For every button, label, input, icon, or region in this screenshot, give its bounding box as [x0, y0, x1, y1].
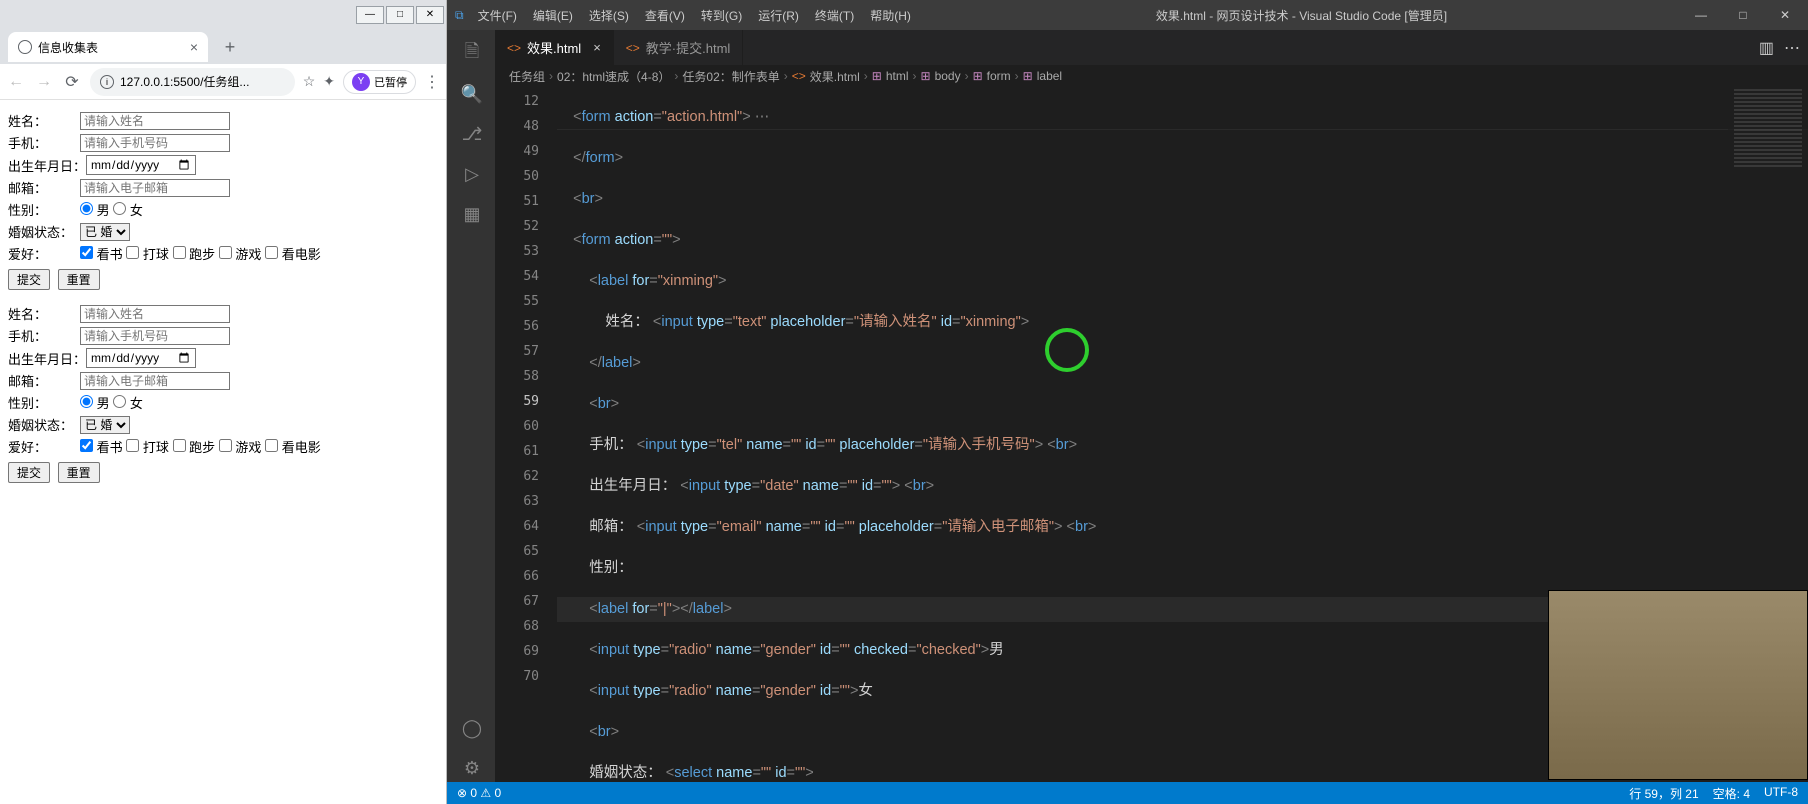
- hobby-movie-checkbox[interactable]: 看电影: [265, 244, 321, 263]
- marital-select-2[interactable]: 已 婚: [80, 416, 130, 434]
- browser-min-button[interactable]: —: [356, 6, 384, 24]
- gender-female-radio[interactable]: 女: [113, 200, 143, 219]
- explorer-icon[interactable]: 🗎: [457, 40, 485, 68]
- page-content: 姓名： 手机： 出生年月日： 邮箱： 性别： 男 女 婚姻状态：已 婚 爱好： …: [0, 100, 446, 505]
- profile-badge[interactable]: Y 已暂停: [343, 70, 416, 94]
- dob-input[interactable]: [86, 155, 196, 175]
- back-button[interactable]: ←: [6, 73, 26, 91]
- forward-button[interactable]: →: [34, 73, 54, 91]
- label-email: 邮箱：: [8, 178, 80, 197]
- settings-gear-icon[interactable]: ⚙: [457, 754, 485, 782]
- hobby-ball-checkbox[interactable]: 打球: [126, 244, 169, 263]
- vscode-min-button[interactable]: —: [1686, 8, 1716, 22]
- menu-view[interactable]: 查看(V): [639, 5, 691, 26]
- browser-max-button[interactable]: □: [386, 6, 414, 24]
- hobby-reading-checkbox[interactable]: 看书: [80, 244, 123, 263]
- vscode-max-button[interactable]: □: [1728, 8, 1758, 22]
- more-actions-icon[interactable]: ⋯: [1784, 38, 1800, 58]
- account-icon[interactable]: ◯: [457, 714, 485, 742]
- browser-toolbar: ← → ⟳ i 127.0.0.1:5500/任务组... ☆ ✦ Y 已暂停 …: [0, 64, 446, 100]
- webcam-overlay: [1548, 590, 1808, 780]
- profile-status: 已暂停: [374, 74, 407, 90]
- tab-close-icon[interactable]: ×: [593, 40, 601, 55]
- globe-icon: [18, 40, 32, 54]
- status-position[interactable]: 行 59，列 21: [1629, 785, 1698, 802]
- menu-terminal[interactable]: 终端(T): [809, 5, 860, 26]
- tab-close-icon[interactable]: ×: [190, 39, 198, 55]
- menu-run[interactable]: 运行(R): [752, 5, 805, 26]
- gender-male-radio-2[interactable]: 男: [80, 393, 110, 412]
- form-1: 姓名： 手机： 出生年月日： 邮箱： 性别： 男 女 婚姻状态：已 婚 爱好： …: [8, 111, 438, 290]
- dob-input-2[interactable]: [86, 348, 196, 368]
- label-gender: 性别：: [8, 200, 80, 219]
- hobby-running-checkbox[interactable]: 跑步: [173, 244, 216, 263]
- vscode-close-button[interactable]: ✕: [1770, 8, 1800, 22]
- site-info-icon[interactable]: i: [100, 75, 114, 89]
- new-tab-button[interactable]: +: [218, 35, 242, 59]
- submit-button-2[interactable]: 提交: [8, 462, 50, 483]
- submit-button[interactable]: 提交: [8, 269, 50, 290]
- reset-button[interactable]: 重置: [58, 269, 100, 290]
- line-number-gutter: 12 48 49 50 51 52 53 54 55 56 57 58 59 6…: [495, 87, 557, 782]
- label-marital: 婚姻状态：: [8, 222, 80, 241]
- breadcrumbs[interactable]: 任务组› 02：html速成（4-8）› 任务02：制作表单› <> 效果.ht…: [495, 65, 1808, 87]
- search-icon[interactable]: 🔍: [457, 80, 485, 108]
- activity-bar: 🗎 🔍 ⎇ ▷ ▦ ◯ ⚙: [447, 30, 495, 782]
- menu-select[interactable]: 选择(S): [583, 5, 635, 26]
- tab-filename: 教学·提交.html: [646, 38, 731, 57]
- form-2: 姓名： 手机： 出生年月日： 邮箱： 性别： 男 女 婚姻状态：已 婚 爱好： …: [8, 304, 438, 483]
- browser-close-button[interactable]: ✕: [416, 6, 444, 24]
- label-hobby: 爱好：: [8, 244, 80, 263]
- status-errors[interactable]: ⊗ 0 ⚠ 0: [457, 786, 501, 800]
- vscode-window-title: 效果.html - 网页设计技术 - Visual Studio Code [管…: [917, 7, 1686, 24]
- marital-select[interactable]: 已 婚: [80, 223, 130, 241]
- phone-input-2[interactable]: [80, 327, 230, 345]
- phone-input[interactable]: [80, 134, 230, 152]
- email-input[interactable]: [80, 179, 230, 197]
- name-input[interactable]: [80, 112, 230, 130]
- browser-tab-active[interactable]: 信息收集表 ×: [8, 32, 208, 62]
- browser-menu-button[interactable]: ⋮: [424, 72, 440, 92]
- tab-title: 信息收集表: [38, 39, 184, 56]
- source-control-icon[interactable]: ⎇: [457, 120, 485, 148]
- browser-titlebar: — □ ✕: [0, 0, 446, 30]
- editor-tab-active[interactable]: <> 效果.html ×: [495, 30, 614, 65]
- run-debug-icon[interactable]: ▷: [457, 160, 485, 188]
- bookmark-icon[interactable]: ☆: [303, 73, 316, 90]
- reset-button-2[interactable]: 重置: [58, 462, 100, 483]
- status-bar: ⊗ 0 ⚠ 0 行 59，列 21 空格: 4 UTF-8: [447, 782, 1808, 804]
- split-editor-icon[interactable]: ▥: [1759, 38, 1774, 58]
- gender-male-radio[interactable]: 男: [80, 200, 110, 219]
- browser-window: — □ ✕ 信息收集表 × + ← → ⟳ i 127.0.0.1:5500/任…: [0, 0, 447, 804]
- label-name: 姓名：: [8, 111, 80, 130]
- address-bar[interactable]: i 127.0.0.1:5500/任务组...: [90, 68, 295, 96]
- html-file-icon: <>: [507, 41, 521, 55]
- reload-button[interactable]: ⟳: [62, 72, 82, 92]
- menu-help[interactable]: 帮助(H): [864, 5, 917, 26]
- extensions-view-icon[interactable]: ▦: [457, 200, 485, 228]
- editor-tabbar: <> 效果.html × <> 教学·提交.html ▥ ⋯: [495, 30, 1808, 65]
- vscode-titlebar: ⧉ 文件(F) 编辑(E) 选择(S) 查看(V) 转到(G) 运行(R) 终端…: [447, 0, 1808, 30]
- extensions-icon[interactable]: ✦: [323, 73, 335, 90]
- browser-tabstrip: 信息收集表 × +: [0, 30, 446, 64]
- html-file-icon: <>: [626, 41, 640, 55]
- email-input-2[interactable]: [80, 372, 230, 390]
- status-encoding[interactable]: UTF-8: [1764, 785, 1798, 802]
- avatar-icon: Y: [352, 73, 370, 91]
- label-phone: 手机：: [8, 133, 80, 152]
- tab-filename: 效果.html: [527, 38, 581, 57]
- menu-goto[interactable]: 转到(G): [695, 5, 748, 26]
- name-input-2[interactable]: [80, 305, 230, 323]
- vscode-menubar: 文件(F) 编辑(E) 选择(S) 查看(V) 转到(G) 运行(R) 终端(T…: [472, 5, 917, 26]
- label-dob: 出生年月日：: [8, 156, 86, 175]
- vscode-logo-icon: ⧉: [455, 8, 464, 23]
- gender-female-radio-2[interactable]: 女: [113, 393, 143, 412]
- status-spaces[interactable]: 空格: 4: [1713, 785, 1750, 802]
- editor-tab-inactive[interactable]: <> 教学·提交.html: [614, 30, 744, 65]
- menu-edit[interactable]: 编辑(E): [527, 5, 579, 26]
- address-text: 127.0.0.1:5500/任务组...: [120, 73, 285, 90]
- hobby-game-checkbox[interactable]: 游戏: [219, 244, 262, 263]
- menu-file[interactable]: 文件(F): [472, 5, 523, 26]
